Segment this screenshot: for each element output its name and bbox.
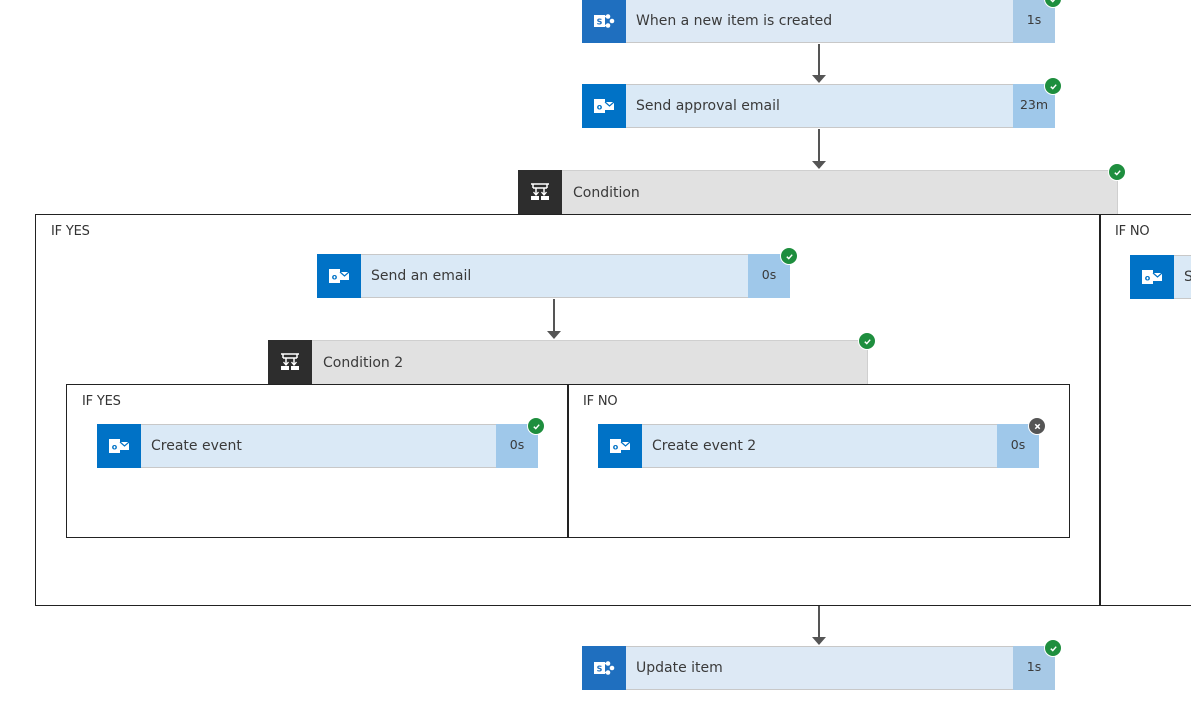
action-card-create-event-2[interactable]: o Create event 2 0s bbox=[598, 424, 1039, 468]
outlook-icon: o bbox=[317, 254, 361, 298]
outlook-icon: o bbox=[97, 424, 141, 468]
sharepoint-icon: S bbox=[582, 646, 626, 690]
action-card-send-approval-email[interactable]: o Send approval email 23m bbox=[582, 84, 1055, 128]
success-check-icon bbox=[780, 247, 798, 265]
success-check-icon bbox=[1108, 163, 1126, 181]
svg-text:S: S bbox=[597, 665, 603, 674]
card-title: Create event bbox=[151, 438, 242, 454]
success-check-icon bbox=[1044, 77, 1062, 95]
svg-text:o: o bbox=[597, 103, 603, 112]
failed-x-icon bbox=[1028, 417, 1046, 435]
svg-text:o: o bbox=[332, 273, 338, 282]
svg-text:o: o bbox=[112, 443, 118, 452]
branch-label-if-yes: IF YES bbox=[82, 394, 121, 409]
card-title: Send an email bbox=[371, 268, 472, 284]
flow-arrow bbox=[812, 129, 826, 169]
condition-2-header[interactable]: Condition 2 bbox=[268, 340, 868, 384]
success-check-icon bbox=[527, 417, 545, 435]
condition-header[interactable]: Condition bbox=[518, 170, 1118, 214]
flow-arrow bbox=[812, 606, 826, 645]
svg-text:o: o bbox=[1145, 274, 1151, 283]
outlook-icon: o bbox=[582, 84, 626, 128]
svg-text:o: o bbox=[613, 443, 619, 452]
action-card-update-item[interactable]: S Update item 1s bbox=[582, 646, 1055, 690]
condition-title: Condition bbox=[573, 184, 640, 201]
flow-arrow bbox=[812, 44, 826, 83]
flow-arrow bbox=[547, 299, 561, 339]
condition-icon bbox=[268, 340, 312, 384]
outlook-icon: o bbox=[598, 424, 642, 468]
condition-title: Condition 2 bbox=[323, 354, 404, 371]
action-card-send-an-email[interactable]: o Send an email 0s bbox=[317, 254, 790, 298]
condition-icon bbox=[518, 170, 562, 214]
outlook-icon: o bbox=[1130, 255, 1174, 299]
sharepoint-icon: S bbox=[582, 0, 626, 43]
card-title: Send approval email bbox=[636, 98, 780, 114]
success-check-icon bbox=[1044, 639, 1062, 657]
branch-label-if-no: IF NO bbox=[583, 394, 618, 409]
branch-label-if-yes: IF YES bbox=[51, 224, 90, 239]
card-title: When a new item is created bbox=[636, 13, 833, 29]
card-title: Update item bbox=[636, 660, 723, 676]
svg-text:S: S bbox=[597, 18, 603, 27]
trigger-card-when-new-item-created[interactable]: S When a new item is created 1s bbox=[582, 0, 1055, 43]
card-title: Create event 2 bbox=[652, 438, 757, 454]
action-card-partial[interactable]: o S bbox=[1130, 255, 1191, 299]
success-check-icon bbox=[858, 332, 876, 350]
branch-label-if-no: IF NO bbox=[1115, 224, 1150, 239]
card-title: S bbox=[1184, 269, 1191, 285]
action-card-create-event[interactable]: o Create event 0s bbox=[97, 424, 538, 468]
